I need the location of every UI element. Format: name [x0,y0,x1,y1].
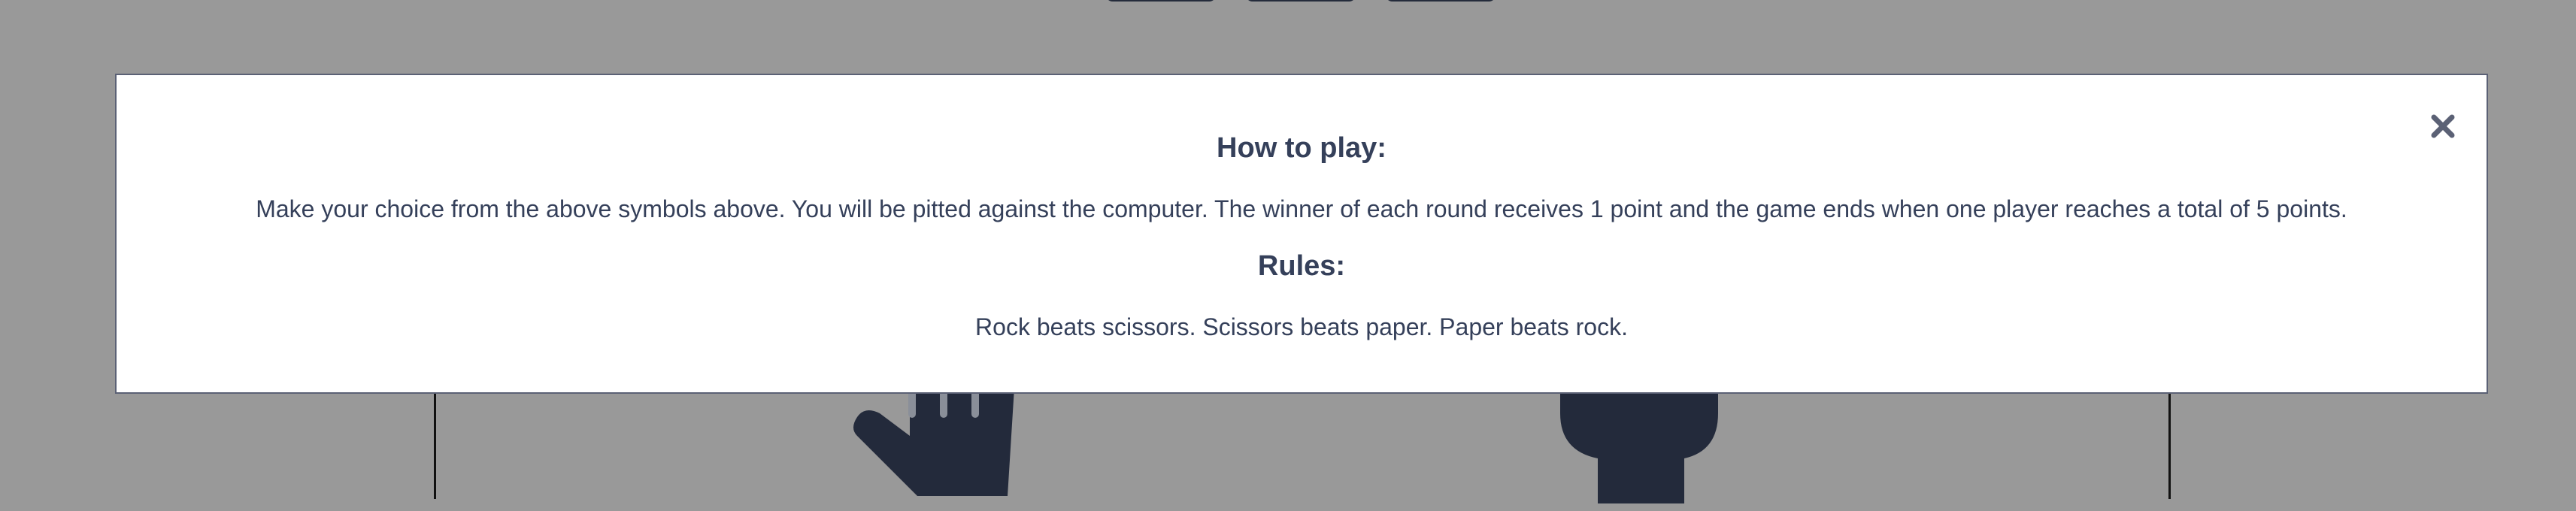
choice-buttons [1105,0,1496,2]
right-panel-border [2168,391,2171,499]
rules-text: Rock beats scissors. Scissors beats pape… [975,313,1628,340]
paper-choice-button[interactable] [1245,0,1356,2]
hand-rock-icon [1560,376,1718,503]
rules-heading: Rules: [1257,250,1346,282]
scissors-choice-button[interactable] [1385,0,1496,2]
how-to-play-modal: How to play: Make your choice from the a… [115,74,2488,394]
rock-choice-button[interactable] [1105,0,1217,2]
left-panel-border [434,391,436,499]
how-to-play-text: Make your choice from the above symbols … [256,195,2347,222]
hand-paper-icon [853,376,1015,496]
how-to-play-heading: How to play: [1217,132,1386,164]
